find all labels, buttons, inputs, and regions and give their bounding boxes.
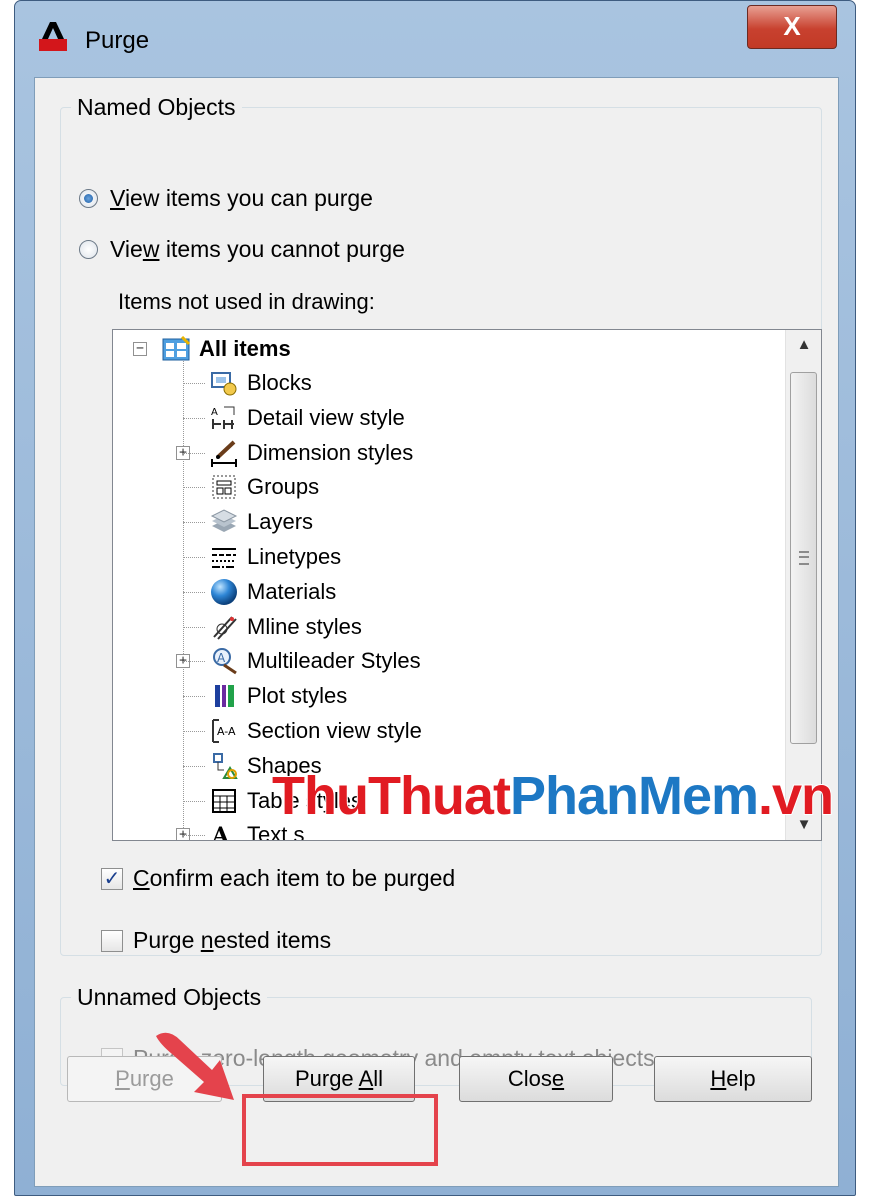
tree-item-label: All items bbox=[199, 336, 291, 361]
tree-connector bbox=[183, 417, 205, 419]
scroll-thumb[interactable] bbox=[790, 372, 817, 744]
tree-connector bbox=[183, 765, 205, 767]
plot-style-icon bbox=[209, 681, 239, 711]
tree-item-label: Groups bbox=[247, 474, 320, 500]
close-window-button[interactable]: X bbox=[747, 5, 837, 49]
tree-item-label: Linetypes bbox=[247, 544, 342, 569]
watermark-text: ThuThuatPhanMem.vn bbox=[271, 765, 835, 827]
collapse-icon[interactable]: − bbox=[133, 342, 147, 356]
svg-text:A-A: A-A bbox=[217, 725, 236, 738]
material-sphere-icon bbox=[209, 577, 239, 607]
svg-text:A: A bbox=[211, 407, 218, 418]
purge-all-button[interactable]: Purge All bbox=[263, 1056, 415, 1102]
group-icon bbox=[209, 472, 239, 502]
svg-text:A: A bbox=[217, 651, 226, 665]
tree-scrollbar[interactable]: ▲ ▼ bbox=[785, 330, 821, 840]
items-not-used-label: Items not used in drawing: bbox=[118, 289, 375, 314]
checkbox-unchecked-icon bbox=[101, 929, 123, 952]
purge-nested-items-checkbox[interactable]: Purge nested items bbox=[101, 927, 331, 954]
tree-item-label: Blocks bbox=[247, 370, 312, 395]
tree-item-label: Layers bbox=[247, 509, 314, 535]
linetype-icon bbox=[209, 542, 239, 572]
tree-item-label: Detail view style bbox=[247, 404, 405, 430]
close-icon: X bbox=[783, 11, 801, 41]
tree-item-label: Multileader Styles bbox=[247, 648, 421, 674]
tree-item-detail-view-style[interactable]: A Detail view style bbox=[183, 401, 405, 435]
view-cannot-purge-radio[interactable]: View items you cannot purge bbox=[79, 236, 405, 263]
view-cannot-purge-label: View items you cannot purge bbox=[110, 236, 405, 262]
all-items-icon bbox=[161, 334, 191, 364]
tree-item-linetypes[interactable]: Linetypes bbox=[183, 540, 342, 574]
purge-nested-items-label: Purge nested items bbox=[133, 927, 332, 953]
tree-connector bbox=[183, 591, 205, 593]
mline-style-icon bbox=[209, 612, 239, 642]
tree-connector bbox=[183, 557, 205, 558]
tree-item-plot-styles[interactable]: Plot styles bbox=[183, 679, 348, 713]
layers-icon bbox=[209, 507, 239, 537]
tree-item-label: Section view style bbox=[247, 718, 422, 743]
help-button[interactable]: Help bbox=[654, 1056, 812, 1102]
tree-item-dimension-styles[interactable]: Dimension styles bbox=[183, 436, 414, 470]
tree-item-layers[interactable]: Layers bbox=[183, 505, 314, 539]
autocad-app-icon bbox=[39, 21, 67, 51]
tree-item-section-view-style[interactable]: A-A Section view style bbox=[183, 714, 422, 748]
tree-item-all-items[interactable]: All items bbox=[161, 332, 291, 366]
tree-item-blocks[interactable]: Blocks bbox=[183, 366, 312, 400]
unnamed-objects-legend: Unnamed Objects bbox=[77, 984, 262, 1010]
tree-item-materials[interactable]: Materials bbox=[183, 575, 337, 609]
purge-dialog-window: Purge X Named Objects View items you can… bbox=[14, 0, 856, 1196]
tree-connector bbox=[183, 626, 205, 628]
block-icon bbox=[209, 368, 239, 398]
confirm-each-item-label: Confirm each item to be purged bbox=[133, 865, 456, 891]
window-title: Purge bbox=[85, 27, 150, 54]
section-view-style-icon: A-A bbox=[209, 716, 239, 746]
detail-view-style-icon: A bbox=[209, 403, 239, 433]
table-style-icon bbox=[209, 786, 239, 816]
shape-icon bbox=[209, 751, 239, 781]
radio-selected-icon bbox=[79, 189, 98, 208]
dialog-client-area: Named Objects View items you can purge V… bbox=[34, 77, 839, 1187]
dimension-style-icon bbox=[209, 438, 239, 468]
svg-text:A: A bbox=[211, 823, 230, 841]
tree-list: − All items Blocks A Detail view style + Dim… bbox=[113, 330, 783, 840]
tree-item-label: Dimension styles bbox=[247, 439, 414, 465]
tree-item-multileader-styles[interactable]: A Multileader Styles bbox=[183, 644, 421, 678]
tree-connector bbox=[183, 696, 205, 698]
tree-connector bbox=[183, 522, 205, 524]
tree-connector bbox=[183, 731, 205, 732]
tree-connector bbox=[183, 452, 205, 454]
tree-item-label: Mline styles bbox=[247, 613, 362, 639]
scroll-up-arrow-icon[interactable]: ▲ bbox=[790, 330, 818, 360]
tree-item-label: Plot styles bbox=[247, 683, 348, 709]
radio-unselected-icon bbox=[79, 240, 98, 259]
close-button[interactable]: Close bbox=[459, 1056, 613, 1102]
grip-icon bbox=[799, 551, 809, 565]
tree-connector bbox=[183, 487, 205, 489]
view-can-purge-label: View items you can purge bbox=[110, 185, 373, 211]
tree-item-groups[interactable]: Groups bbox=[183, 470, 320, 504]
tree-item-label: Materials bbox=[247, 578, 337, 604]
tree-connector bbox=[183, 835, 205, 837]
pointer-arrow-icon bbox=[156, 1032, 234, 1100]
text-style-icon: A bbox=[209, 820, 239, 841]
checkbox-checked-icon: ✓ bbox=[101, 867, 123, 890]
tree-connector bbox=[183, 661, 205, 663]
tree-connector bbox=[183, 800, 205, 802]
tree-item-mline-styles[interactable]: Mline styles bbox=[183, 610, 362, 644]
named-objects-legend: Named Objects bbox=[77, 94, 236, 120]
confirm-each-item-checkbox[interactable]: ✓ Confirm each item to be purged bbox=[101, 865, 455, 892]
tree-connector bbox=[183, 383, 205, 384]
multileader-style-icon: A bbox=[209, 646, 239, 676]
title-bar[interactable]: Purge X bbox=[15, 1, 855, 71]
view-can-purge-radio[interactable]: View items you can purge bbox=[79, 185, 373, 212]
tree-connector-line bbox=[183, 358, 184, 840]
